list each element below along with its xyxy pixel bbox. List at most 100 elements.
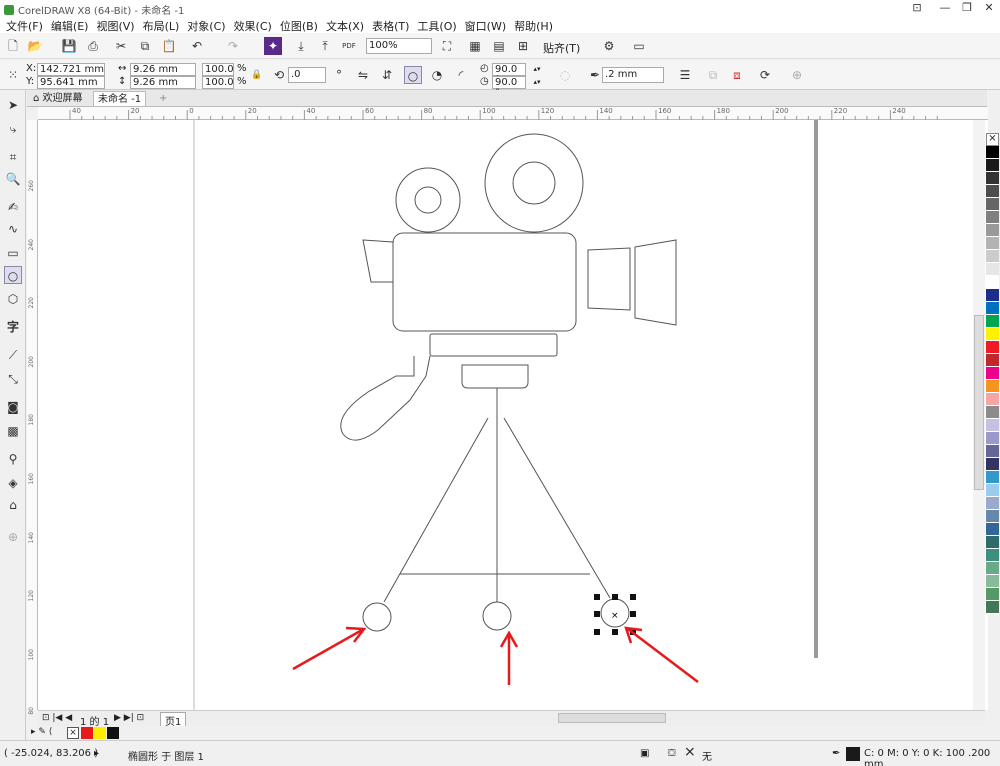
- shape-tool-icon[interactable]: ⤷: [4, 120, 22, 138]
- palette-swatch[interactable]: [986, 354, 999, 367]
- paste-icon[interactable]: 📋: [160, 37, 178, 55]
- menu-tools[interactable]: 工具(O): [417, 16, 464, 33]
- vertical-scroll-thumb[interactable]: [974, 315, 984, 490]
- zoom-tool-icon[interactable]: 🔍: [4, 170, 22, 188]
- doc-yellow-swatch[interactable]: [94, 727, 106, 739]
- tab-document[interactable]: 未命名 -1: [93, 91, 147, 106]
- menu-effects[interactable]: 效果(C): [234, 16, 280, 33]
- to-back-icon[interactable]: ⧈: [728, 66, 746, 84]
- page-nav-buttons-icon[interactable]: ⊡ |◀ ◀: [42, 713, 72, 723]
- parallel-dimension-icon[interactable]: ⟋: [4, 346, 22, 364]
- mirror-horizontal-icon[interactable]: ⇋: [354, 66, 372, 84]
- object-origin-icon[interactable]: ⁙: [4, 66, 22, 84]
- lens-hood[interactable]: [634, 239, 677, 326]
- menu-table[interactable]: 表格(T): [372, 16, 417, 33]
- rectangle-tool-icon[interactable]: ▭: [4, 244, 22, 262]
- doc-palette-icon[interactable]: ▸ ✎ ⟨: [31, 727, 52, 737]
- start-angle-input[interactable]: 90.0 °: [492, 63, 526, 86]
- guidelines-icon[interactable]: ⊞: [514, 37, 532, 55]
- polygon-tool-icon[interactable]: ⬡: [4, 290, 22, 308]
- small-reel-inner[interactable]: [414, 186, 442, 214]
- import-icon[interactable]: ⤓: [292, 37, 310, 55]
- palette-swatch[interactable]: [986, 575, 999, 588]
- palette-swatch[interactable]: [986, 510, 999, 523]
- mount-plate[interactable]: [429, 333, 558, 357]
- menu-view[interactable]: 视图(V): [96, 16, 142, 33]
- no-color-icon[interactable]: ⨯: [986, 133, 999, 146]
- palette-swatch[interactable]: [986, 380, 999, 393]
- tab-add[interactable]: +: [155, 91, 171, 106]
- drop-shadow-icon[interactable]: ◙: [4, 398, 22, 416]
- menu-edit[interactable]: 编辑(E): [51, 16, 97, 33]
- ellipse-tool-icon[interactable]: ○: [4, 266, 22, 284]
- tripod-right-leg[interactable]: [503, 417, 611, 599]
- palette-swatch[interactable]: [986, 445, 999, 458]
- tripod-head[interactable]: [461, 364, 529, 389]
- palette-swatch[interactable]: [986, 224, 999, 237]
- status-play-icon[interactable]: ▸: [94, 748, 99, 759]
- palette-swatch[interactable]: [986, 523, 999, 536]
- open-icon[interactable]: 📂: [26, 37, 44, 55]
- arc-mode-icon[interactable]: ◜: [452, 66, 470, 84]
- palette-swatch[interactable]: [986, 562, 999, 575]
- doc-none-swatch[interactable]: ⨯: [67, 727, 79, 739]
- interactive-fill-icon[interactable]: ◈: [4, 474, 22, 492]
- horizontal-scroll-thumb[interactable]: [558, 713, 666, 723]
- text-wrap-icon[interactable]: ☰: [676, 66, 694, 84]
- maximize-button[interactable]: ❐: [956, 0, 978, 16]
- text-tool-icon[interactable]: 字: [4, 318, 22, 336]
- height-input[interactable]: 9.26 mm: [130, 76, 196, 89]
- add-tool-icon[interactable]: ⊕: [4, 528, 22, 546]
- palette-swatch[interactable]: [986, 393, 999, 406]
- palette-swatch[interactable]: [986, 276, 999, 289]
- angle-spinner-icon[interactable]: ▴▾ ▴▾: [528, 63, 546, 89]
- menu-file[interactable]: 文件(F): [6, 16, 51, 33]
- export-icon[interactable]: ⤒: [316, 37, 334, 55]
- palette-swatch[interactable]: [986, 471, 999, 484]
- smart-fill-icon[interactable]: ⌂: [4, 496, 22, 514]
- restore-icon[interactable]: ⊡: [906, 0, 928, 16]
- palette-swatch[interactable]: [986, 250, 999, 263]
- palette-swatch[interactable]: [986, 549, 999, 562]
- menu-object[interactable]: 对象(C): [187, 16, 233, 33]
- add-icon[interactable]: ⊕: [788, 66, 806, 84]
- horizontal-ruler[interactable]: 40 20 0 20 40 60 80 100 120 140 160 180 200 220 240: [38, 107, 988, 120]
- print-icon[interactable]: ⎙: [84, 37, 102, 55]
- color-proof-icon[interactable]: ▣: [640, 748, 649, 759]
- palette-swatch[interactable]: [986, 406, 999, 419]
- to-front-icon[interactable]: ⧉: [704, 66, 722, 84]
- palette-swatch[interactable]: [986, 159, 999, 172]
- close-button[interactable]: ✕: [978, 0, 1000, 16]
- end-angle-input[interactable]: 90.0 °: [492, 76, 526, 99]
- width-input[interactable]: 9.26 mm: [130, 63, 196, 76]
- palette-swatch[interactable]: [986, 302, 999, 315]
- viewfinder[interactable]: [362, 239, 394, 283]
- lock-ratio-icon[interactable]: 🔒: [248, 66, 266, 84]
- publish-pdf-icon[interactable]: PDF: [340, 37, 358, 55]
- scale-x-input[interactable]: 100.0: [202, 63, 234, 76]
- palette-swatch[interactable]: [986, 484, 999, 497]
- palette-swatch[interactable]: [986, 601, 999, 614]
- pie-mode-icon[interactable]: ◔: [428, 66, 446, 84]
- transparency-icon[interactable]: ▩: [4, 422, 22, 440]
- change-direction-icon[interactable]: ◌: [556, 66, 574, 84]
- menu-bitmaps[interactable]: 位图(B): [280, 16, 326, 33]
- menu-text[interactable]: 文本(X): [326, 16, 372, 33]
- palette-swatch[interactable]: [986, 458, 999, 471]
- palette-swatch[interactable]: [986, 328, 999, 341]
- doc-black-swatch[interactable]: [107, 727, 119, 739]
- tripod-handle[interactable]: [340, 355, 431, 441]
- mirror-vertical-icon[interactable]: ⇵: [378, 66, 396, 84]
- crop-tool-icon[interactable]: ⌗: [4, 148, 22, 166]
- palette-swatch[interactable]: [986, 497, 999, 510]
- pick-tool-icon[interactable]: ➤: [4, 96, 22, 114]
- outline-width-select[interactable]: .2 mm: [602, 67, 664, 83]
- options-gear-icon[interactable]: ⚙: [600, 37, 618, 55]
- tab-welcome[interactable]: ⌂ 欢迎屏幕: [29, 91, 87, 106]
- palette-swatch[interactable]: [986, 263, 999, 276]
- full-screen-icon[interactable]: ⛶: [438, 37, 456, 55]
- palette-swatch[interactable]: [986, 289, 999, 302]
- palette-swatch[interactable]: [986, 419, 999, 432]
- palette-swatch[interactable]: [986, 432, 999, 445]
- menu-window[interactable]: 窗口(W): [465, 16, 514, 33]
